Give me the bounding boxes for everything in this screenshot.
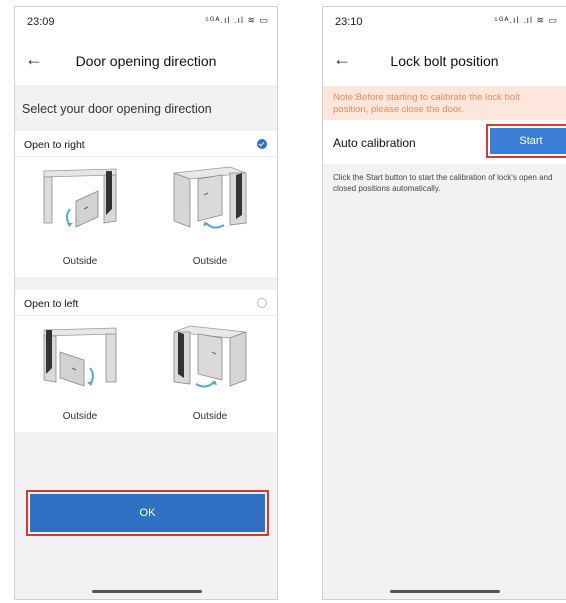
nav-bar: ← Lock bolt position [323, 47, 566, 77]
direction-prompt: Select your door opening direction [22, 102, 212, 116]
door-illustration-left-2 [173, 325, 247, 388]
content-background [323, 164, 566, 599]
ok-button-highlight: OK [26, 490, 269, 536]
outside-caption: Outside [62, 411, 98, 422]
phone-screen-lock-bolt: 23:10 ⁵ᴳᴬ.ıl .ıl ≋ ▭ ← Lock bolt positio… [322, 6, 566, 600]
status-bar: 23:09 ⁵ᴳᴬ.ıl .ıl ≋ ▭ [15, 7, 277, 33]
status-time: 23:10 [335, 16, 363, 28]
phone-screen-door-direction: 23:09 ⁵ᴳᴬ.ıl .ıl ≋ ▭ ← Door opening dire… [14, 6, 278, 600]
start-button-highlight: Start [486, 124, 566, 158]
outside-caption: Outside [192, 256, 228, 267]
nav-bar: ← Door opening direction [15, 47, 277, 77]
option-open-left[interactable]: Open to left Outside Outside [15, 290, 277, 432]
radio-unchecked-icon[interactable] [257, 298, 267, 308]
status-bar: 23:10 ⁵ᴳᴬ.ıl .ıl ≋ ▭ [323, 7, 566, 33]
option-header: Open to left [15, 290, 277, 316]
ok-button[interactable]: OK [30, 494, 265, 532]
home-indicator[interactable] [92, 590, 202, 593]
outside-caption: Outside [62, 256, 98, 267]
door-illustration-right-1 [43, 168, 117, 228]
option-label: Open to left [24, 298, 79, 310]
outside-caption: Outside [192, 411, 228, 422]
page-title: Lock bolt position [390, 53, 499, 69]
door-illustration-right-2 [173, 166, 247, 229]
option-label: Open to right [24, 139, 85, 151]
status-icons: ⁵ᴳᴬ.ıl .ıl ≋ ▭ [494, 15, 558, 25]
door-illustration-left-1 [43, 327, 117, 387]
calibration-note: Note:Before starting to calibrate the lo… [323, 86, 566, 120]
radio-checked-icon[interactable] [257, 139, 267, 149]
option-header: Open to right [15, 131, 277, 157]
option-open-right[interactable]: Open to right Outside Outside [15, 131, 277, 277]
page-title: Door opening direction [75, 53, 217, 69]
start-button[interactable]: Start [490, 128, 566, 154]
status-time: 23:09 [27, 16, 55, 28]
stage: 23:09 ⁵ᴳᴬ.ıl .ıl ≋ ▭ ← Door opening dire… [0, 0, 566, 603]
auto-calibration-row: Auto calibration Start [323, 120, 566, 164]
calibration-description: Click the Start button to start the cali… [333, 173, 553, 193]
auto-calibration-label: Auto calibration [333, 136, 416, 150]
status-icons: ⁵ᴳᴬ.ıl .ıl ≋ ▭ [205, 15, 269, 25]
home-indicator[interactable] [390, 590, 500, 593]
